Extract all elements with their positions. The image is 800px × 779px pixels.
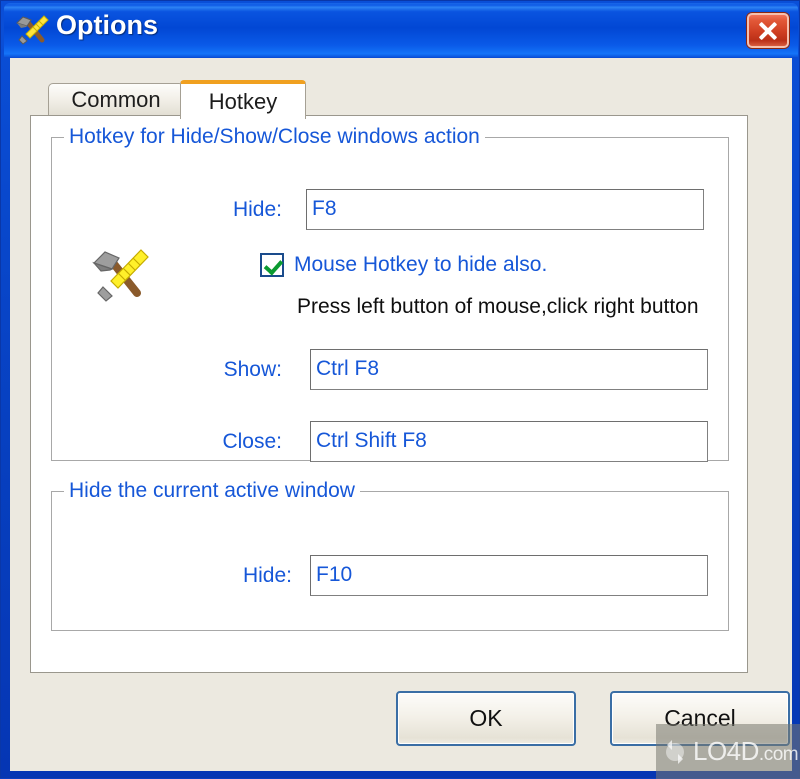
- mouse-hotkey-checkbox-row[interactable]: Mouse Hotkey to hide also.: [260, 253, 547, 277]
- close-icon[interactable]: [747, 13, 789, 48]
- hammer-and-file-icon: [16, 15, 49, 45]
- hide-hotkey-label: Hide:: [232, 198, 282, 221]
- tools-icon: [92, 249, 149, 302]
- mouse-hotkey-checkbox[interactable]: [260, 253, 284, 277]
- group-active-window: Hide the current active window Hide: F10: [51, 479, 729, 631]
- options-dialog-window: Options Common Hotkey Hotkey for Hide/Sh…: [0, 0, 800, 779]
- title-bar: Options: [4, 3, 798, 57]
- group-hotkey-actions-title: Hotkey for Hide/Show/Close windows actio…: [64, 125, 485, 149]
- close-hotkey-input[interactable]: Ctrl Shift F8: [310, 421, 708, 462]
- tab-hotkey[interactable]: Hotkey: [180, 80, 306, 119]
- mouse-hotkey-checkbox-label: Mouse Hotkey to hide also.: [294, 253, 548, 276]
- hide-hotkey-input[interactable]: F8: [306, 189, 704, 230]
- tab-common[interactable]: Common: [48, 83, 184, 116]
- ok-button[interactable]: OK: [396, 691, 576, 746]
- show-hotkey-label: Show:: [223, 358, 282, 381]
- window-title: Options: [56, 10, 158, 40]
- mouse-hotkey-hint: Press left button of mouse,click right b…: [297, 295, 699, 318]
- group-hotkey-actions: Hotkey for Hide/Show/Close windows actio…: [51, 125, 729, 462]
- ok-button-label: OK: [469, 705, 503, 731]
- group-active-window-title: Hide the current active window: [64, 479, 360, 503]
- tab-common-label: Common: [71, 86, 161, 112]
- close-hotkey-label: Close:: [222, 430, 282, 453]
- show-hotkey-input[interactable]: Ctrl F8: [310, 349, 708, 390]
- tab-page-hotkey: Hotkey for Hide/Show/Close windows actio…: [30, 115, 748, 673]
- active-window-hide-input[interactable]: F10: [310, 555, 708, 596]
- tab-hotkey-label: Hotkey: [208, 88, 278, 114]
- active-window-hide-label: Hide:: [242, 564, 292, 587]
- cancel-button[interactable]: Cancel: [610, 691, 790, 746]
- cancel-button-label: Cancel: [664, 705, 736, 731]
- dialog-client-area: Common Hotkey Hotkey for Hide/Show/Close…: [10, 58, 792, 771]
